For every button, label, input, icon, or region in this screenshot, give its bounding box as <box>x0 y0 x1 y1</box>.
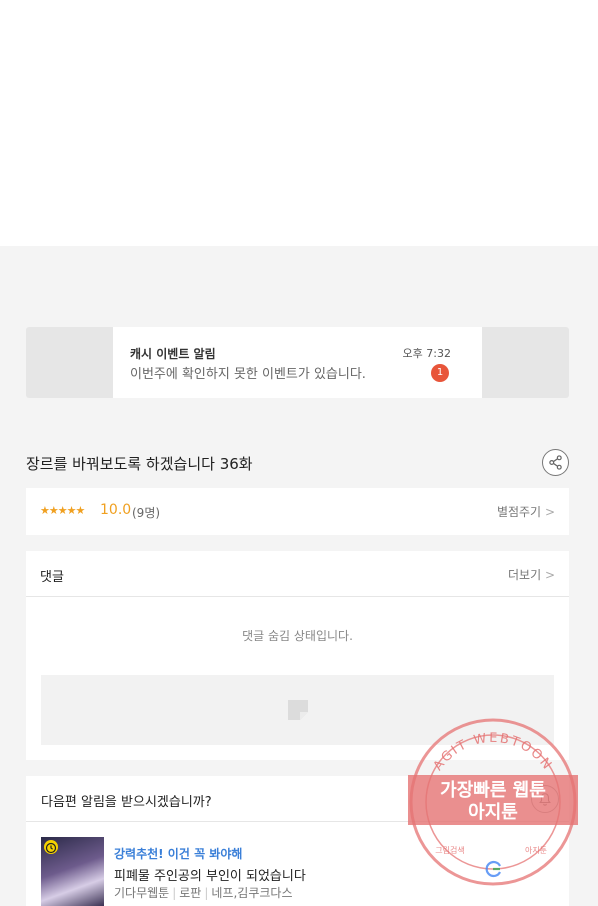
notification-card[interactable]: 캐시 이벤트 알림 오후 7:32 이번주에 확인하지 못한 이벤트가 있습니다… <box>113 327 482 398</box>
ad-placeholder <box>41 675 554 745</box>
event-notification-banner[interactable]: 캐시 이벤트 알림 오후 7:32 이번주에 확인하지 못한 이벤트가 있습니다… <box>26 327 569 398</box>
broken-image-icon <box>287 700 308 720</box>
recommendation-meta: 기다무웹툰 | 로판 | 네프,김쿠크다스 <box>114 886 293 900</box>
share-button[interactable] <box>542 449 569 476</box>
notification-time: 오후 7:32 <box>402 347 451 360</box>
share-icon <box>549 455 562 470</box>
comment-header: 댓글 더보기 > <box>26 551 569 597</box>
bell-icon <box>539 793 551 806</box>
rating-count: (9명) <box>132 506 161 520</box>
comment-more-label: 더보기 <box>507 568 542 582</box>
recommendation-genre: 로판 <box>179 886 202 900</box>
recommendation-title[interactable]: 피폐물 주인공의 부인이 되었습니다 <box>114 865 306 884</box>
top-blank-area <box>0 0 598 246</box>
episode-title: 장르를 바꿔보도록 하겠습니다 36화 <box>26 455 253 473</box>
chevron-right-icon: > <box>544 568 555 582</box>
rate-button[interactable]: 별점주기 > <box>497 503 555 520</box>
next-episode-prompt: 다음편 알림을 받으시겠습니까? <box>41 795 212 810</box>
comment-more-button[interactable]: 더보기 > <box>508 566 555 583</box>
recommendation-type: 기다무웹툰 <box>114 886 170 900</box>
notification-badge: 1 <box>431 364 449 382</box>
rate-button-label: 별점주기 <box>496 505 542 519</box>
notification-title: 캐시 이벤트 알림 <box>130 347 216 361</box>
next-episode-header: 다음편 알림을 받으시겠습니까? <box>26 776 569 822</box>
star-rating-icon: ★★★★★ <box>40 504 85 517</box>
comment-section: 댓글 더보기 > 댓글 숨김 상태입니다. <box>26 551 569 760</box>
notify-bell-button[interactable] <box>531 785 559 813</box>
recommendation-tag: 강력추천! 이건 꼭 봐야해 <box>114 847 243 861</box>
rating-section: ★★★★★ 10.0 (9명) 별점주기 > <box>26 488 569 535</box>
rating-score: 10.0 <box>100 502 132 518</box>
comment-hidden-message: 댓글 숨김 상태입니다. <box>242 629 353 643</box>
next-episode-section: 다음편 알림을 받으시겠습니까? 강력추천! 이건 꼭 봐야해 피폐물 주인공의… <box>26 776 569 906</box>
chevron-right-icon: > <box>544 505 555 519</box>
recommendation-thumbnail[interactable] <box>41 837 104 906</box>
notification-message: 이번주에 확인하지 못한 이벤트가 있습니다. <box>130 367 366 382</box>
comment-title: 댓글 <box>40 570 64 585</box>
clock-icon <box>44 840 58 854</box>
recommendation-authors: 네프,김쿠크다스 <box>211 886 293 900</box>
